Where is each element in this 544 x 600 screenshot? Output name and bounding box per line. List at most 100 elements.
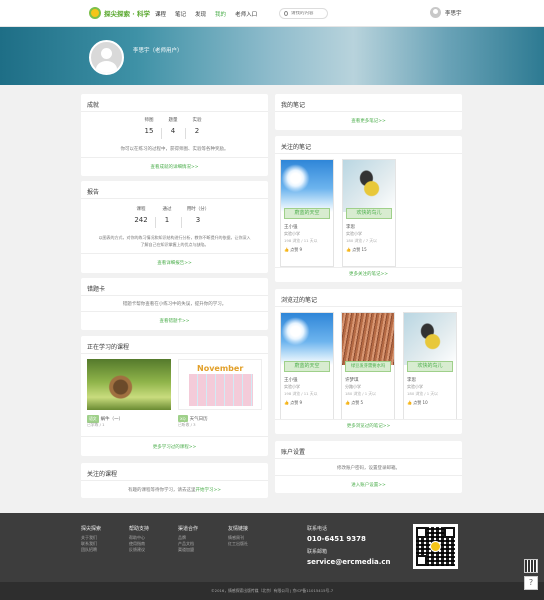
note-image	[281, 160, 333, 212]
divider	[81, 253, 268, 254]
note-image	[404, 313, 456, 365]
mistakes-link[interactable]: 查看错题卡>>	[81, 318, 268, 324]
viewed-notes-card: 浏览过的笔记 蔚蓝的天空 王小强 实验小学 198 浏览 / 11 天以 👍 点…	[275, 289, 462, 434]
top-nav: 探尖探索 · 科学 课程 笔记 发现 我的 老师入口 李思宇	[0, 0, 544, 27]
course-image: November	[178, 359, 262, 410]
note-school: 分路小学	[345, 384, 361, 389]
note-caption: 蔚蓝的天空	[284, 208, 330, 219]
footer-link[interactable]: 渠道加盟	[178, 547, 198, 553]
report-detail-link[interactable]: 查看详细报告>>	[81, 260, 268, 266]
stat-value: 15	[144, 127, 154, 135]
like-button[interactable]: 👍 点赞 9	[284, 247, 302, 253]
phone-label: 联系电话	[307, 526, 328, 532]
course-tag: XQ	[178, 415, 188, 422]
note-school: 实验小学	[407, 384, 423, 389]
search-icon[interactable]	[284, 11, 288, 16]
footer-link[interactable]: 反馈建议	[129, 547, 149, 553]
divider	[81, 157, 268, 158]
nav-item-notes[interactable]: 笔记	[175, 10, 186, 18]
stat-separator	[181, 217, 182, 228]
achievements-title: 成就	[87, 102, 100, 109]
divider	[275, 419, 462, 420]
note-author: 李思	[346, 225, 355, 230]
footer-col-partners: 渠道合作 品牌 产品文档 渠道加盟	[178, 525, 198, 553]
search-input[interactable]	[291, 11, 327, 16]
divider	[275, 306, 462, 307]
like-button[interactable]: 👍 点赞 15	[346, 247, 367, 253]
email-address[interactable]: service@ercmedia.cn	[307, 558, 391, 566]
like-button[interactable]: 👍 点赞 9	[284, 400, 302, 406]
stat-value: 3	[195, 216, 201, 224]
stat-value: 4	[170, 127, 176, 135]
note-image	[281, 313, 333, 365]
report-title: 报告	[87, 189, 100, 196]
footer-col-title: 渠道合作	[178, 526, 199, 532]
stat-label: 用时（分）	[186, 207, 210, 212]
divider	[275, 458, 462, 459]
course-name: 天气日历	[189, 416, 208, 422]
course-card-calendar[interactable]: November XQ 天气日历 已听收 / 3	[178, 359, 262, 427]
stat-questions: 题量 4	[161, 117, 185, 135]
footer-contact: 联系电话 010-6451 9378 联系邮箱 service@ercmedia…	[307, 525, 391, 571]
achievements-detail-link[interactable]: 查看成就的详细情况>>	[81, 164, 268, 170]
note-image	[342, 313, 394, 365]
footer-col-links: 友情链接 情感周刊 红工出版社	[228, 525, 248, 547]
note-card[interactable]: 蔚蓝的天空 王小强 实验小学 198 浏览 / 11 天以 👍 点赞 9	[280, 312, 334, 420]
divider	[81, 436, 268, 437]
more-notes-link[interactable]: 查看更多笔记>>	[275, 118, 462, 124]
footer-link[interactable]: 团队招聘	[81, 547, 101, 553]
account-settings-link[interactable]: 进入账户设置>>	[275, 482, 462, 488]
avatar	[430, 7, 441, 18]
more-courses-link[interactable]: 更多学习过的课程>>	[81, 444, 268, 450]
stat-passed: 通过 1	[155, 206, 179, 224]
like-count: 10	[422, 400, 428, 405]
more-followed-notes-link[interactable]: 更多关注的笔记>>	[275, 271, 462, 277]
user-menu[interactable]: 李思宇	[430, 7, 462, 18]
nav-item-teacher[interactable]: 老师入口	[235, 10, 257, 18]
start-learning-link[interactable]: 开始学习>>	[195, 488, 221, 493]
profile-name: 李思宇（老师用户）	[133, 48, 183, 54]
nav-item-courses[interactable]: 课程	[155, 10, 166, 18]
followed-courses-title: 关注的课程	[87, 471, 118, 478]
note-card[interactable]: 欢快的鸟儿 李思 实验小学 180 浏览 / 7 天以 👍 点赞 15	[342, 159, 396, 267]
logo[interactable]: 探尖探索 · 科学	[89, 7, 150, 19]
course-card-snail[interactable]: 语文 蜗牛（一） 已学练 / 1	[87, 359, 171, 427]
note-author: 王小强	[284, 378, 298, 383]
mistakes-card: 错题卡 错题卡帮你查看在小练习中的失误，提升你的学习。 查看错题卡>>	[81, 278, 268, 330]
help-icon[interactable]: ?	[524, 576, 538, 590]
copyright-text: ©2016，情感探索出版传媒（北京）有限公司 | 京ICP备11015415号-…	[210, 588, 334, 593]
like-label: 点赞	[351, 400, 360, 405]
note-school: 实验小学	[284, 231, 300, 236]
like-button[interactable]: 👍 点赞 5	[345, 400, 363, 406]
stat-label: 师图	[144, 118, 154, 123]
note-meta: 180 浏览 / 1 天以	[407, 391, 438, 396]
stat-label: 实验	[192, 118, 202, 123]
nav-item-mine[interactable]: 我的	[215, 10, 226, 18]
achievements-desc: 你可以在练习的过程中，获得师图、实验等各种奖励。	[120, 147, 229, 152]
footer-link[interactable]: 红工出版社	[228, 541, 248, 547]
stat-value: 2	[194, 127, 200, 135]
note-card[interactable]: 绿豆发芽需要水吗 许梦琪 分路小学 180 浏览 / 1 天以 👍 点赞 5	[341, 312, 395, 420]
achievements-card: 成就 师图 15 题量 4 实验 2 你可以在练习的过程中，获得师图、实验等各种奖励。…	[81, 94, 268, 176]
stat-experiments: 实验 2	[185, 117, 209, 135]
stat-time: 用时（分） 3	[185, 206, 211, 224]
account-title: 账户设置	[281, 449, 306, 456]
email-label: 联系邮箱	[307, 549, 328, 555]
like-button[interactable]: 👍 点赞 10	[407, 400, 428, 406]
nav-item-discover[interactable]: 发现	[195, 10, 206, 18]
course-image	[87, 359, 171, 410]
qr-corner	[416, 555, 427, 566]
more-viewed-notes-link[interactable]: 更多浏览过的笔记>>	[275, 423, 462, 429]
course-progress: 已听收 / 3	[178, 422, 196, 427]
profile-banner	[0, 27, 544, 85]
qr-corner	[416, 527, 427, 538]
side-qr-icon[interactable]	[524, 559, 538, 573]
note-card[interactable]: 蔚蓝的天空 王小强 实验小学 198 浏览 / 11 天以 👍 点赞 9	[280, 159, 334, 267]
like-count: 9	[299, 400, 303, 405]
note-card[interactable]: 欢快的鸟儿 李思 实验小学 180 浏览 / 1 天以 👍 点赞 10	[403, 312, 457, 420]
phone-number: 010-6451 9378	[307, 535, 366, 543]
divider	[275, 153, 462, 154]
note-meta: 180 浏览 / 1 天以	[345, 391, 376, 396]
note-image	[343, 160, 395, 212]
note-author: 许梦琪	[345, 378, 359, 383]
